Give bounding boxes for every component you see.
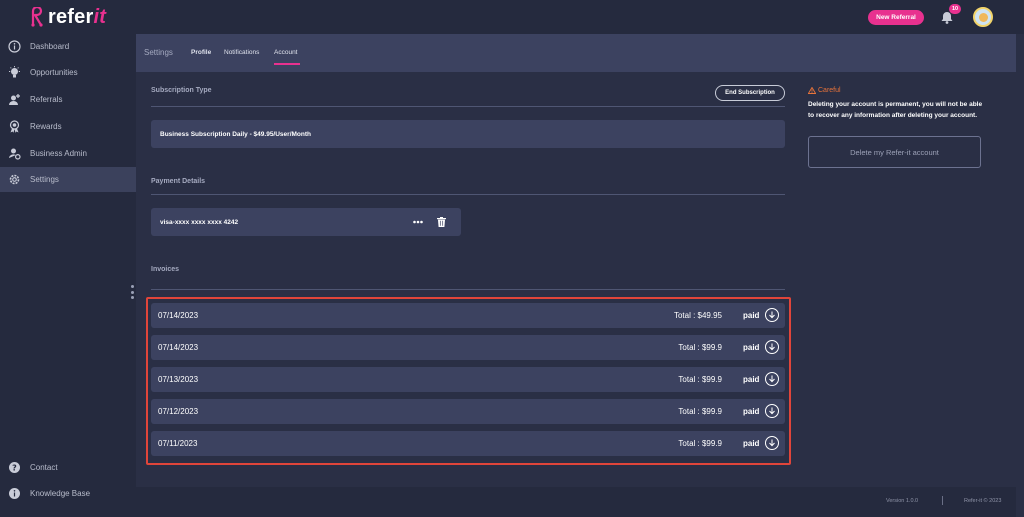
invoice-total: Total : $49.95 <box>673 311 722 320</box>
sidebar: Dashboard Opportunities Referrals Reward… <box>0 34 136 517</box>
invoice-date: 07/11/2023 <box>158 439 198 448</box>
subscription-type-label: Subscription Type <box>151 87 212 94</box>
gear-icon <box>9 174 20 185</box>
add-user-icon <box>9 94 20 105</box>
invoice-date: 07/14/2023 <box>158 311 199 320</box>
sidebar-item-label: Dashboard <box>30 42 70 51</box>
arrow-down-icon <box>769 311 775 319</box>
info-circle-icon <box>8 40 21 53</box>
divider <box>151 289 785 290</box>
invoice-row: 07/14/2023 Total : $99.9 paid <box>151 335 785 360</box>
invoice-status: paid <box>743 407 760 416</box>
sidebar-item-label: Rewards <box>30 122 62 131</box>
end-subscription-button[interactable]: End Subscription <box>715 85 785 101</box>
sidebar-item-label: Referrals <box>30 95 63 104</box>
invoice-date: 07/12/2023 <box>158 407 199 416</box>
sidebar-item-label: Opportunities <box>30 68 78 77</box>
sidebar-item-settings[interactable]: Settings <box>0 167 136 192</box>
active-tab-indicator <box>274 63 300 65</box>
handle-dot <box>130 290 134 294</box>
download-icon[interactable] <box>765 340 779 354</box>
invoice-status: paid <box>743 343 760 352</box>
info-icon <box>9 488 20 499</box>
invoice-row: 07/14/2023 Total : $49.95 paid <box>151 303 785 328</box>
divider <box>151 106 785 107</box>
invoice-date: 07/13/2023 <box>158 375 199 384</box>
app-version: Version 1.0.0 <box>886 498 919 504</box>
warning-icon <box>808 87 816 94</box>
sidebar-resize-handle[interactable] <box>130 285 134 299</box>
avatar-face <box>978 12 988 22</box>
invoice-total: Total : $99.9 <box>678 375 722 384</box>
notification-count-badge: 10 <box>949 4 961 14</box>
footer: Version 1.0.0 Refer-it © 2023 <box>136 487 1016 517</box>
sidebar-item-label: Knowledge Base <box>30 489 91 498</box>
careful-title: Careful <box>818 87 841 94</box>
invoice-total: Total : $99.9 <box>678 439 722 448</box>
payment-card: visa-xxxx xxxx xxxx 4242 <box>151 208 461 236</box>
invoices-label: Invoices <box>151 266 180 273</box>
settings-header: Settings Profile Notifications Account <box>136 34 1016 72</box>
arrow-down-icon <box>769 375 775 383</box>
invoice-row: 07/13/2023 Total : $99.9 paid <box>151 367 785 392</box>
invoice-status: paid <box>743 375 760 384</box>
tab-profile[interactable]: Profile <box>191 49 211 56</box>
svg-text:?: ? <box>12 463 17 472</box>
sidebar-item-business-admin[interactable]: Business Admin <box>0 141 136 166</box>
arrow-down-icon <box>769 439 775 447</box>
payment-details-label: Payment Details <box>151 178 206 185</box>
sidebar-item-label: Contact <box>30 463 58 472</box>
tab-notifications[interactable]: Notifications <box>224 49 259 56</box>
invoice-status: paid <box>743 439 760 448</box>
card-number: visa-xxxx xxxx xxxx 4242 <box>160 218 239 226</box>
careful-heading: Careful <box>808 87 841 94</box>
sidebar-item-label: Business Admin <box>30 149 87 158</box>
logo-wordmark: referit <box>48 5 107 28</box>
award-icon <box>9 120 20 133</box>
handle-dot <box>130 296 134 299</box>
footer-divider <box>942 496 943 505</box>
tab-account[interactable]: Account <box>274 49 298 56</box>
invoice-row: 07/11/2023 Total : $99.9 paid <box>151 431 785 456</box>
avatar[interactable] <box>973 7 993 27</box>
arrow-down-icon <box>769 407 775 415</box>
more-options-icon[interactable] <box>413 220 423 224</box>
sidebar-item-dashboard[interactable]: Dashboard <box>0 34 136 59</box>
divider <box>151 194 785 195</box>
trash-icon[interactable] <box>437 217 446 227</box>
sidebar-item-opportunities[interactable]: Opportunities <box>0 60 136 85</box>
page-right-gutter <box>1016 34 1024 517</box>
top-bar: referit New Referral 10 <box>0 0 1024 34</box>
sidebar-item-label: Settings <box>30 175 59 184</box>
sidebar-item-rewards[interactable]: Rewards <box>0 114 136 139</box>
handle-dot <box>130 285 134 288</box>
download-icon[interactable] <box>765 308 779 322</box>
delete-account-button[interactable]: Delete my Refer-it account <box>808 136 981 168</box>
sidebar-item-contact[interactable]: ? Contact <box>0 455 136 480</box>
arrow-down-icon <box>769 343 775 351</box>
referit-logo[interactable]: referit <box>30 6 106 28</box>
copyright: Refer-it © 2023 <box>964 498 1002 504</box>
help-icon: ? <box>9 462 20 473</box>
subscription-plan: Business Subscription Daily - $49.95/Use… <box>151 120 785 148</box>
sidebar-item-knowledge-base[interactable]: Knowledge Base <box>0 481 136 506</box>
invoice-total: Total : $99.9 <box>678 343 722 352</box>
referit-logo-icon <box>31 7 43 27</box>
invoice-status: paid <box>743 311 760 320</box>
invoice-date: 07/14/2023 <box>158 343 199 352</box>
download-icon[interactable] <box>765 436 779 450</box>
careful-warning-text: Deleting your account is permanent, you … <box>808 101 983 119</box>
invoice-row: 07/12/2023 Total : $99.9 paid <box>151 399 785 424</box>
lightbulb-icon <box>9 66 20 78</box>
download-icon[interactable] <box>765 404 779 418</box>
sidebar-item-referrals[interactable]: Referrals <box>0 87 136 112</box>
business-admin-icon <box>9 148 21 160</box>
page-title: Settings <box>144 48 173 57</box>
invoice-total: Total : $99.9 <box>678 407 722 416</box>
download-icon[interactable] <box>765 372 779 386</box>
new-referral-button[interactable]: New Referral <box>868 10 924 25</box>
